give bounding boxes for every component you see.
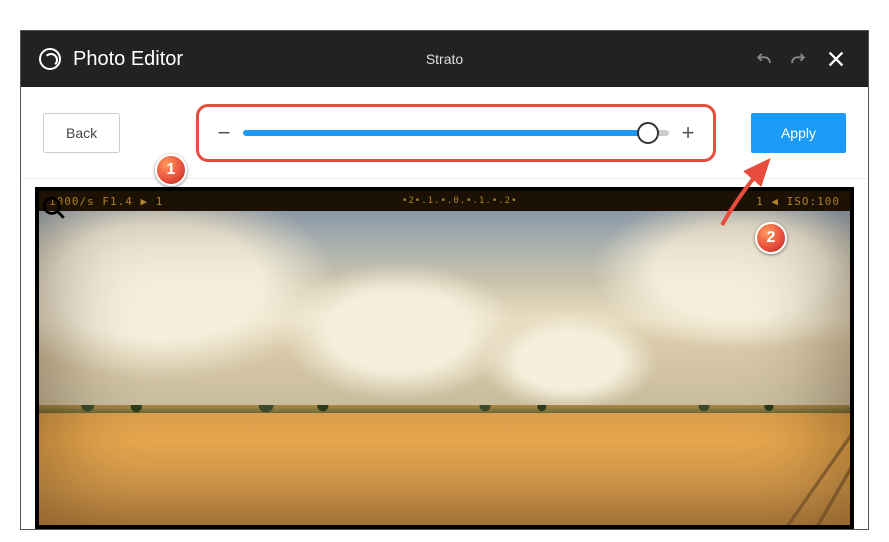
photo-field [39, 405, 850, 525]
close-icon[interactable] [822, 45, 850, 73]
photo-sky [39, 211, 850, 405]
app-title: Photo Editor [73, 48, 183, 71]
undo-icon[interactable] [754, 49, 774, 69]
back-button[interactable]: Back [43, 113, 120, 153]
film-iso-label: 1 ◀ ISO:100 [756, 195, 840, 208]
zoom-icon[interactable] [41, 195, 67, 221]
film-scale-label: •2•.1.•.0.•.1.•.2• [402, 196, 518, 206]
minus-icon[interactable]: − [217, 120, 231, 146]
annotation-badge-1: 1 [155, 154, 187, 186]
photo-preview: 1000/s F1.4 ▶ 1 •2•.1.•.0.•.1.•.2• 1 ◀ I… [35, 187, 854, 529]
apply-button[interactable]: Apply [751, 113, 846, 153]
toolbar: Back − + Apply [21, 87, 868, 179]
app-logo-icon [39, 48, 61, 70]
header-bar: Photo Editor Strato [21, 31, 868, 87]
app-window: Photo Editor Strato Back − + Apply [20, 30, 869, 530]
filter-name-label: Strato [426, 51, 463, 67]
annotation-badge-2: 2 [755, 222, 787, 254]
redo-icon[interactable] [788, 49, 808, 69]
slider-thumb[interactable] [637, 122, 659, 144]
header-actions [754, 45, 850, 73]
intensity-slider[interactable] [243, 130, 669, 136]
plus-icon[interactable]: + [681, 120, 695, 146]
intensity-slider-group: − + [196, 104, 716, 162]
canvas-area: 1000/s F1.4 ▶ 1 •2•.1.•.0.•.1.•.2• 1 ◀ I… [21, 179, 868, 529]
film-strip-info: 1000/s F1.4 ▶ 1 •2•.1.•.0.•.1.•.2• 1 ◀ I… [39, 191, 850, 211]
